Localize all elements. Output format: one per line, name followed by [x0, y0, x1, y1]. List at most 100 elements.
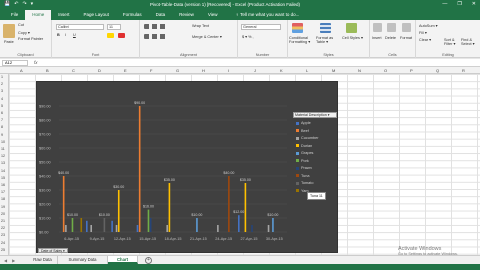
- row-header-6[interactable]: 6: [1, 111, 3, 115]
- find-select-button[interactable]: Find & Select ▾: [461, 38, 479, 46]
- sheet-tab-raw-data[interactable]: Raw Data: [28, 256, 58, 264]
- minimize-button[interactable]: —: [442, 1, 447, 7]
- insert-cells-button[interactable]: Insert: [372, 36, 382, 40]
- delete-cells-button[interactable]: Delete: [385, 36, 396, 40]
- tab-view[interactable]: View: [201, 10, 225, 20]
- fill-color-icon[interactable]: [107, 33, 114, 38]
- column-header-c[interactable]: C: [72, 68, 75, 73]
- column-header-f[interactable]: F: [150, 68, 152, 73]
- tab-data[interactable]: Data: [149, 10, 173, 20]
- customize-icon[interactable]: ▾: [31, 1, 34, 7]
- column-header-i[interactable]: I: [228, 68, 229, 73]
- column-header-n[interactable]: N: [358, 68, 361, 73]
- delete-cells-icon[interactable]: [387, 23, 396, 32]
- undo-icon[interactable]: ↶: [14, 1, 18, 7]
- column-header-p[interactable]: P: [410, 68, 413, 73]
- wrap-text-button[interactable]: Wrap Text: [192, 24, 209, 28]
- row-header-12[interactable]: 12: [1, 154, 5, 158]
- pivot-chart[interactable]: $0.00 $10.00 $20.00 $30.00 $40.00 $50.00 $60.0…: [36, 81, 338, 253]
- column-header-o[interactable]: O: [384, 68, 387, 73]
- currency-button[interactable]: $ ▾ % ,: [242, 34, 254, 39]
- close-button[interactable]: ✕: [472, 1, 476, 7]
- row-header-1[interactable]: 1: [1, 75, 3, 79]
- legend-item-grapes[interactable]: Grapes: [296, 151, 313, 155]
- tab-home[interactable]: Home: [25, 10, 52, 20]
- row-header-18[interactable]: 18: [1, 197, 5, 201]
- legend-item-pork[interactable]: Pork: [296, 159, 309, 163]
- tell-me-box[interactable]: ♀ Tell me what you want to do...: [231, 10, 305, 20]
- row-header-23[interactable]: 23: [1, 233, 5, 237]
- paste-button[interactable]: Paste: [4, 40, 14, 44]
- sheet-prev-icon[interactable]: ◀: [4, 258, 7, 263]
- italic-button[interactable]: I: [65, 33, 66, 37]
- row-header-8[interactable]: 8: [1, 125, 3, 129]
- row-header-3[interactable]: 3: [1, 89, 3, 93]
- date-filter-button[interactable]: Date of Sales ▾: [38, 248, 68, 253]
- autosum-button[interactable]: AutoSum ▾: [419, 23, 438, 28]
- tab-file[interactable]: File: [4, 10, 25, 20]
- row-header-15[interactable]: 15: [1, 176, 5, 180]
- underline-button[interactable]: U: [73, 33, 76, 37]
- paste-icon[interactable]: [3, 24, 15, 38]
- column-header-m[interactable]: M: [332, 68, 335, 73]
- clear-button[interactable]: Clear ▾: [419, 37, 431, 42]
- row-header-11[interactable]: 11: [1, 147, 5, 151]
- row-header-4[interactable]: 4: [1, 97, 3, 101]
- number-format-select[interactable]: General: [241, 24, 281, 30]
- column-header-b[interactable]: B: [46, 68, 49, 73]
- maximize-button[interactable]: ❐: [457, 1, 461, 7]
- row-header-10[interactable]: 10: [1, 140, 5, 144]
- fill-button[interactable]: Fill ▾: [419, 30, 427, 35]
- sheet-next-icon[interactable]: ▶: [12, 258, 15, 263]
- format-cells-button[interactable]: Format: [400, 36, 412, 40]
- sheet-tab-chart[interactable]: Chart: [108, 256, 138, 264]
- row-header-2[interactable]: 2: [1, 82, 3, 86]
- column-header-j[interactable]: J: [254, 68, 256, 73]
- row-header-13[interactable]: 13: [1, 161, 5, 165]
- align-top-icon[interactable]: [144, 24, 166, 29]
- column-header-h[interactable]: H: [202, 68, 205, 73]
- legend-item-tuna[interactable]: Tuna: [296, 174, 310, 178]
- merge-center-button[interactable]: Merge & Center ▾: [192, 34, 222, 39]
- insert-cells-icon[interactable]: [373, 23, 382, 32]
- tab-review[interactable]: Review: [172, 10, 201, 20]
- redo-icon[interactable]: ↷: [22, 1, 26, 7]
- row-header-5[interactable]: 5: [1, 104, 3, 108]
- sheet-tab-summary-data[interactable]: Summary Data: [58, 256, 108, 264]
- cell-styles-button[interactable]: Cell Styles ▾: [342, 36, 364, 40]
- sort-filter-button[interactable]: Sort & Filter ▾: [444, 38, 460, 46]
- row-header-17[interactable]: 17: [1, 190, 5, 194]
- tab-formulas[interactable]: Formulas: [116, 10, 149, 20]
- row-header-19[interactable]: 19: [1, 205, 5, 209]
- column-header-e[interactable]: E: [124, 68, 127, 73]
- row-header-25[interactable]: 25: [1, 248, 5, 252]
- conditional-formatting-button[interactable]: Conditional Formatting ▾: [289, 36, 315, 44]
- column-header-r[interactable]: R: [462, 68, 465, 73]
- name-box[interactable]: A12: [2, 60, 28, 66]
- column-header-d[interactable]: D: [98, 68, 101, 73]
- fx-icon[interactable]: fx: [34, 60, 38, 65]
- row-header-20[interactable]: 20: [1, 212, 5, 216]
- conditional-formatting-icon[interactable]: [292, 23, 303, 33]
- column-header-l[interactable]: L: [306, 68, 308, 73]
- column-header-g[interactable]: G: [176, 68, 179, 73]
- legend-item-durian[interactable]: Durian: [296, 144, 312, 148]
- cut-button[interactable]: Cut: [18, 23, 24, 27]
- column-header-a[interactable]: A: [20, 68, 23, 73]
- tab-insert[interactable]: Insert: [51, 10, 76, 20]
- format-table-button[interactable]: Format as Table ▾: [316, 36, 338, 44]
- column-header-q[interactable]: Q: [436, 68, 439, 73]
- font-color-icon[interactable]: [118, 33, 125, 38]
- cell-styles-icon[interactable]: [346, 23, 357, 33]
- copy-button[interactable]: Copy ▾: [18, 30, 30, 35]
- save-icon[interactable]: 💾: [4, 1, 10, 7]
- row-header-7[interactable]: 7: [1, 118, 3, 122]
- column-header-k[interactable]: K: [280, 68, 283, 73]
- row-header-21[interactable]: 21: [1, 219, 5, 223]
- font-name-select[interactable]: Calibri: [56, 24, 104, 30]
- font-size-select[interactable]: 11: [107, 24, 121, 30]
- tab-page-layout[interactable]: Page Layout: [77, 10, 116, 20]
- legend-filter-button[interactable]: Material Description ▾: [293, 112, 337, 118]
- legend-item-prawn[interactable]: Prawn: [296, 166, 312, 170]
- bold-button[interactable]: B: [57, 33, 60, 37]
